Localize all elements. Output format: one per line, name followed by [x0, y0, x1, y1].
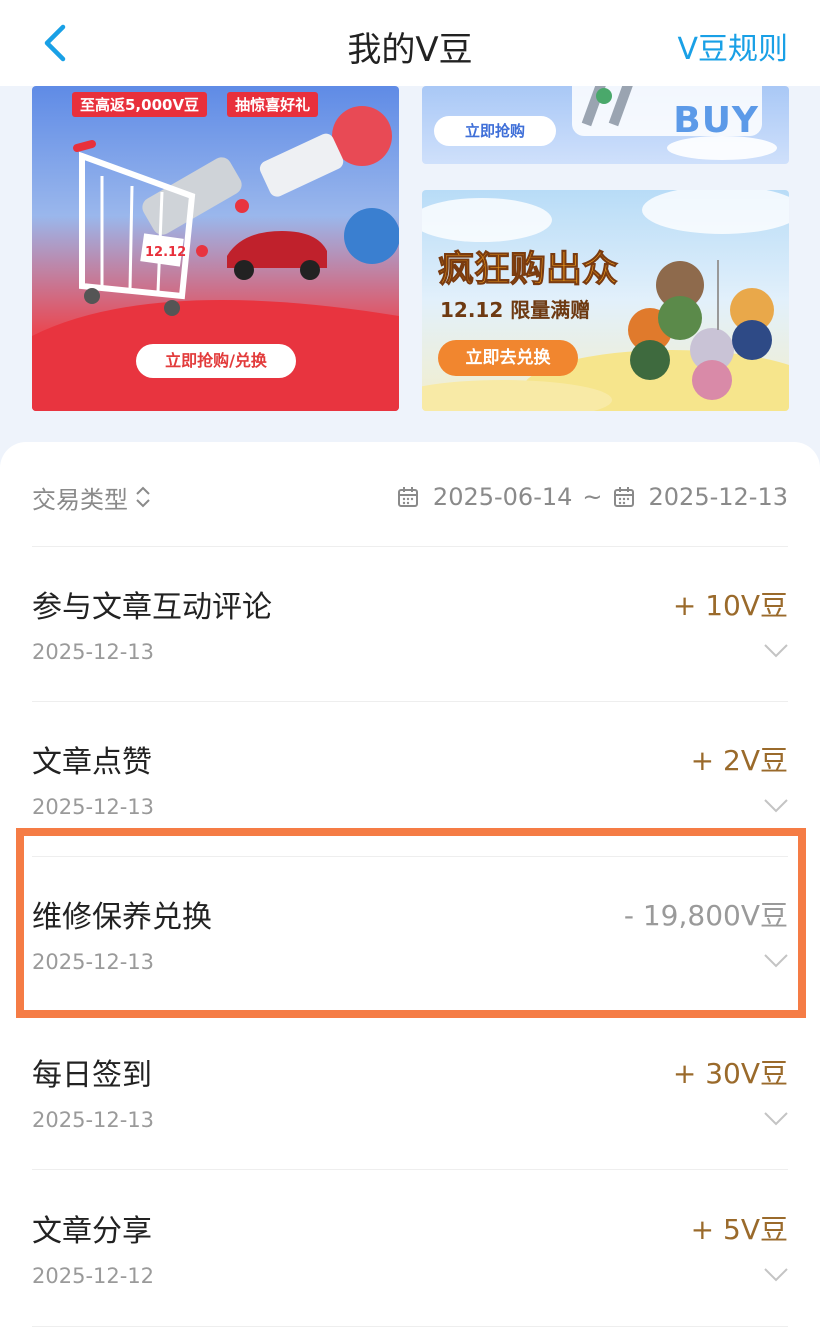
transaction-amount: + 30V豆 [672, 1057, 788, 1090]
transaction-row[interactable]: 文章分享 2025-12-12 + 5V豆 [32, 1170, 788, 1325]
transaction-type-filter[interactable]: 交易类型 [32, 480, 152, 515]
promo-banner-1212[interactable]: 至高返5,000V豆 抽惊喜好礼 12.12 立即抢购/兑换 [32, 86, 399, 411]
transaction-amount: + 2V豆 [690, 744, 788, 777]
transaction-amount: - 19,800V豆 [623, 899, 788, 932]
calendar-icon [613, 487, 634, 507]
sort-updown-icon [136, 486, 150, 508]
transaction-name: 维修保养兑换 [32, 900, 212, 935]
rules-link[interactable]: V豆规则 [677, 24, 788, 68]
cart-badge: 12.12 [145, 245, 186, 260]
promo-banner-buy[interactable]: BUY 立即抢购 [422, 86, 789, 164]
buy-now-button[interactable]: 立即抢购 [434, 116, 556, 146]
transaction-amount: + 5V豆 [690, 1213, 788, 1246]
transaction-date: 2025-12-13 [32, 640, 155, 664]
transaction-name: 文章分享 [32, 1214, 152, 1249]
promo-banners: 至高返5,000V豆 抽惊喜好礼 12.12 立即抢购/兑换 BUY 立即抢购 … [0, 86, 820, 446]
end-date-picker[interactable]: 2025-12-13 [613, 483, 788, 511]
date-range: 2025-06-14 ~ 2025-12-13 [397, 483, 788, 511]
redeem-now-button[interactable]: 立即去兑换 [438, 340, 578, 376]
filter-row: 交易类型 2025-06-14 ~ 2025-12-13 [32, 472, 788, 522]
chevron-down-icon[interactable] [764, 954, 788, 968]
top-bar: 我的V豆 V豆规则 [0, 0, 820, 86]
transaction-panel: 交易类型 2025-06-14 ~ 2025-12-13 参与文章互动评论 20… [0, 442, 820, 1335]
transaction-amount: + 10V豆 [672, 589, 788, 622]
buy-exchange-button[interactable]: 立即抢购/兑换 [136, 344, 296, 378]
transaction-date: 2025-12-13 [32, 950, 155, 974]
chevron-down-icon[interactable] [764, 799, 788, 813]
transaction-name: 文章点赞 [32, 745, 152, 780]
transaction-name: 参与文章互动评论 [32, 590, 272, 625]
start-date: 2025-06-14 [432, 483, 573, 511]
divider [32, 1326, 788, 1327]
transaction-row[interactable]: 参与文章互动评论 2025-12-13 + 10V豆 [32, 546, 788, 701]
chevron-down-icon[interactable] [764, 1268, 788, 1282]
calendar-icon [397, 487, 418, 507]
chevron-down-icon[interactable] [764, 644, 788, 658]
buy-text: BUY [673, 100, 759, 141]
chevron-down-icon[interactable] [764, 1112, 788, 1126]
transaction-name: 每日签到 [32, 1058, 152, 1093]
date-separator: ~ [582, 483, 603, 511]
transaction-row[interactable]: 维修保养兑换 2025-12-13 - 19,800V豆 [32, 856, 788, 1011]
promo-banner-plush[interactable]: 疯狂购出众 12.12 限量满赠 立即去兑换 [422, 190, 789, 411]
end-date: 2025-12-13 [648, 483, 788, 511]
transaction-date: 2025-12-13 [32, 795, 155, 819]
plush-banner-title: 疯狂购出众 [437, 249, 619, 291]
transaction-row[interactable]: 文章点赞 2025-12-13 + 2V豆 [32, 701, 788, 856]
transaction-row[interactable]: 每日签到 2025-12-13 + 30V豆 [32, 1014, 788, 1169]
start-date-picker[interactable]: 2025-06-14 [397, 483, 572, 511]
transaction-date: 2025-12-13 [32, 1108, 155, 1132]
transaction-type-label: 交易类型 [32, 485, 128, 514]
transaction-date: 2025-12-12 [32, 1264, 155, 1288]
plush-banner-subtitle: 12.12 限量满赠 [440, 298, 591, 322]
